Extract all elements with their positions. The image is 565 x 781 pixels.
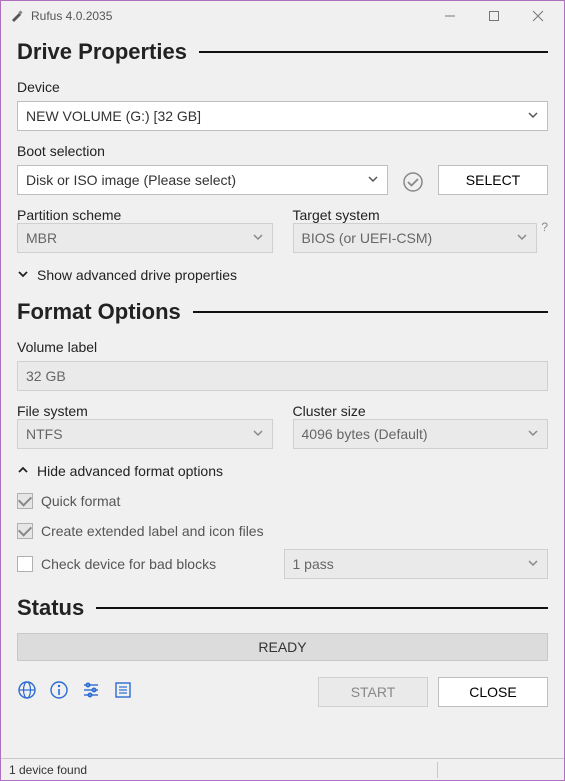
hide-advanced-format-toggle[interactable]: Hide advanced format options xyxy=(17,463,548,479)
status-bar: READY xyxy=(17,633,548,661)
boot-selection-value: Disk or ISO image (Please select) xyxy=(26,172,236,188)
log-icon[interactable] xyxy=(113,680,133,705)
quick-format-option[interactable]: Quick format xyxy=(17,493,548,509)
file-system-value: NTFS xyxy=(26,426,63,442)
cluster-size-value: 4096 bytes (Default) xyxy=(302,426,428,442)
close-app-button[interactable]: CLOSE xyxy=(438,677,548,707)
partition-scheme-value: MBR xyxy=(26,230,57,246)
drive-properties-header: Drive Properties xyxy=(17,39,548,65)
window-title: Rufus 4.0.2035 xyxy=(31,9,428,23)
checkbox-checked-icon xyxy=(17,523,33,539)
extended-label-option[interactable]: Create extended label and icon files xyxy=(17,523,548,539)
drive-properties-title: Drive Properties xyxy=(17,39,187,65)
chevron-down-icon xyxy=(516,230,528,246)
minimize-button[interactable] xyxy=(428,2,472,30)
file-system-select[interactable]: NTFS xyxy=(17,419,273,449)
chevron-down-icon xyxy=(527,108,539,124)
format-options-header: Format Options xyxy=(17,299,548,325)
verify-icon[interactable] xyxy=(400,169,426,195)
chevron-down-icon xyxy=(367,172,379,188)
partition-scheme-label: Partition scheme xyxy=(17,207,273,223)
chevron-down-icon xyxy=(252,426,264,442)
volume-label-value: 32 GB xyxy=(26,368,66,384)
maximize-button[interactable] xyxy=(472,2,516,30)
checkbox-unchecked-icon xyxy=(17,556,33,572)
footer-device-count: 1 device found xyxy=(9,763,87,777)
device-label: Device xyxy=(17,79,548,95)
status-header: Status xyxy=(17,595,548,621)
start-button[interactable]: START xyxy=(318,677,428,707)
info-icon[interactable] xyxy=(49,680,69,705)
format-options-title: Format Options xyxy=(17,299,181,325)
close-button[interactable] xyxy=(516,2,560,30)
device-value: NEW VOLUME (G:) [32 GB] xyxy=(26,108,201,124)
chevron-down-icon xyxy=(17,267,29,283)
hide-advanced-format-label: Hide advanced format options xyxy=(37,463,223,479)
checkbox-checked-icon xyxy=(17,493,33,509)
cluster-size-select[interactable]: 4096 bytes (Default) xyxy=(293,419,549,449)
boot-selection-label: Boot selection xyxy=(17,143,548,159)
target-system-value: BIOS (or UEFI-CSM) xyxy=(302,230,433,246)
globe-icon[interactable] xyxy=(17,680,37,705)
file-system-label: File system xyxy=(17,403,273,419)
show-advanced-drive-label: Show advanced drive properties xyxy=(37,267,237,283)
bad-blocks-passes-select[interactable]: 1 pass xyxy=(284,549,549,579)
status-title: Status xyxy=(17,595,84,621)
settings-icon[interactable] xyxy=(81,680,101,705)
boot-selection-select[interactable]: Disk or ISO image (Please select) xyxy=(17,165,388,195)
target-system-label: Target system xyxy=(293,207,538,223)
show-advanced-drive-toggle[interactable]: Show advanced drive properties xyxy=(17,267,548,283)
chevron-down-icon xyxy=(527,556,539,572)
status-text: READY xyxy=(258,639,306,655)
select-button[interactable]: SELECT xyxy=(438,165,548,195)
volume-label-label: Volume label xyxy=(17,339,548,355)
volume-label-input[interactable]: 32 GB xyxy=(17,361,548,391)
device-select[interactable]: NEW VOLUME (G:) [32 GB] xyxy=(17,101,548,131)
extended-label-label: Create extended label and icon files xyxy=(41,523,264,539)
quick-format-label: Quick format xyxy=(41,493,120,509)
target-system-select[interactable]: BIOS (or UEFI-CSM) xyxy=(293,223,538,253)
app-icon xyxy=(9,8,25,24)
bad-blocks-passes-value: 1 pass xyxy=(293,556,334,572)
partition-scheme-select[interactable]: MBR xyxy=(17,223,273,253)
chevron-down-icon xyxy=(252,230,264,246)
bad-blocks-option[interactable]: Check device for bad blocks xyxy=(17,556,264,572)
chevron-down-icon xyxy=(527,426,539,442)
cluster-size-label: Cluster size xyxy=(293,403,549,419)
target-system-help-icon[interactable]: ? xyxy=(541,220,548,234)
bad-blocks-label: Check device for bad blocks xyxy=(41,556,216,572)
chevron-up-icon xyxy=(17,463,29,479)
